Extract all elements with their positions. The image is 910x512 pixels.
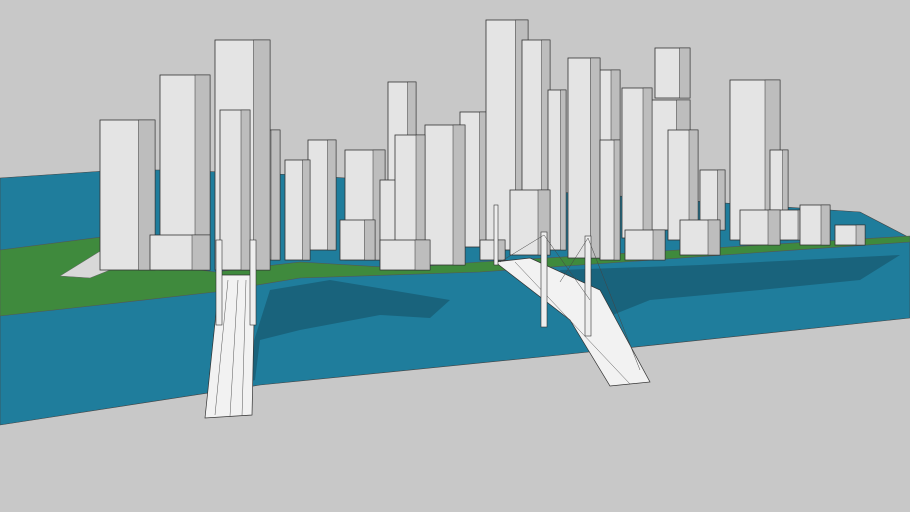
building-side-face (590, 57, 601, 259)
building-side-face (253, 39, 271, 271)
building-side-face (240, 109, 251, 271)
building-side-face (191, 234, 211, 271)
building-side-face (820, 204, 831, 246)
building-side-face (327, 139, 337, 251)
bridge-pylon (584, 235, 592, 337)
bridge-pylon (540, 231, 548, 328)
bridge-pylon (493, 204, 499, 266)
building-side-face (414, 239, 431, 271)
building-side-face (270, 129, 281, 261)
building-side-face (302, 159, 311, 261)
building-side-face (679, 47, 691, 99)
left-bridge-tower (215, 239, 223, 326)
left-bridge-tower (249, 239, 257, 326)
building-side-face (452, 124, 466, 266)
building-side-face (642, 87, 653, 239)
building-side-face (652, 229, 666, 261)
building-side-face (855, 224, 866, 246)
building-side-face (497, 239, 506, 261)
building-side-face (364, 219, 376, 261)
building-side-face (560, 89, 567, 251)
city-model-viewport[interactable] (0, 0, 910, 512)
building-side-face (767, 209, 781, 246)
building-side-face (613, 139, 621, 261)
building-side-face (707, 219, 721, 256)
